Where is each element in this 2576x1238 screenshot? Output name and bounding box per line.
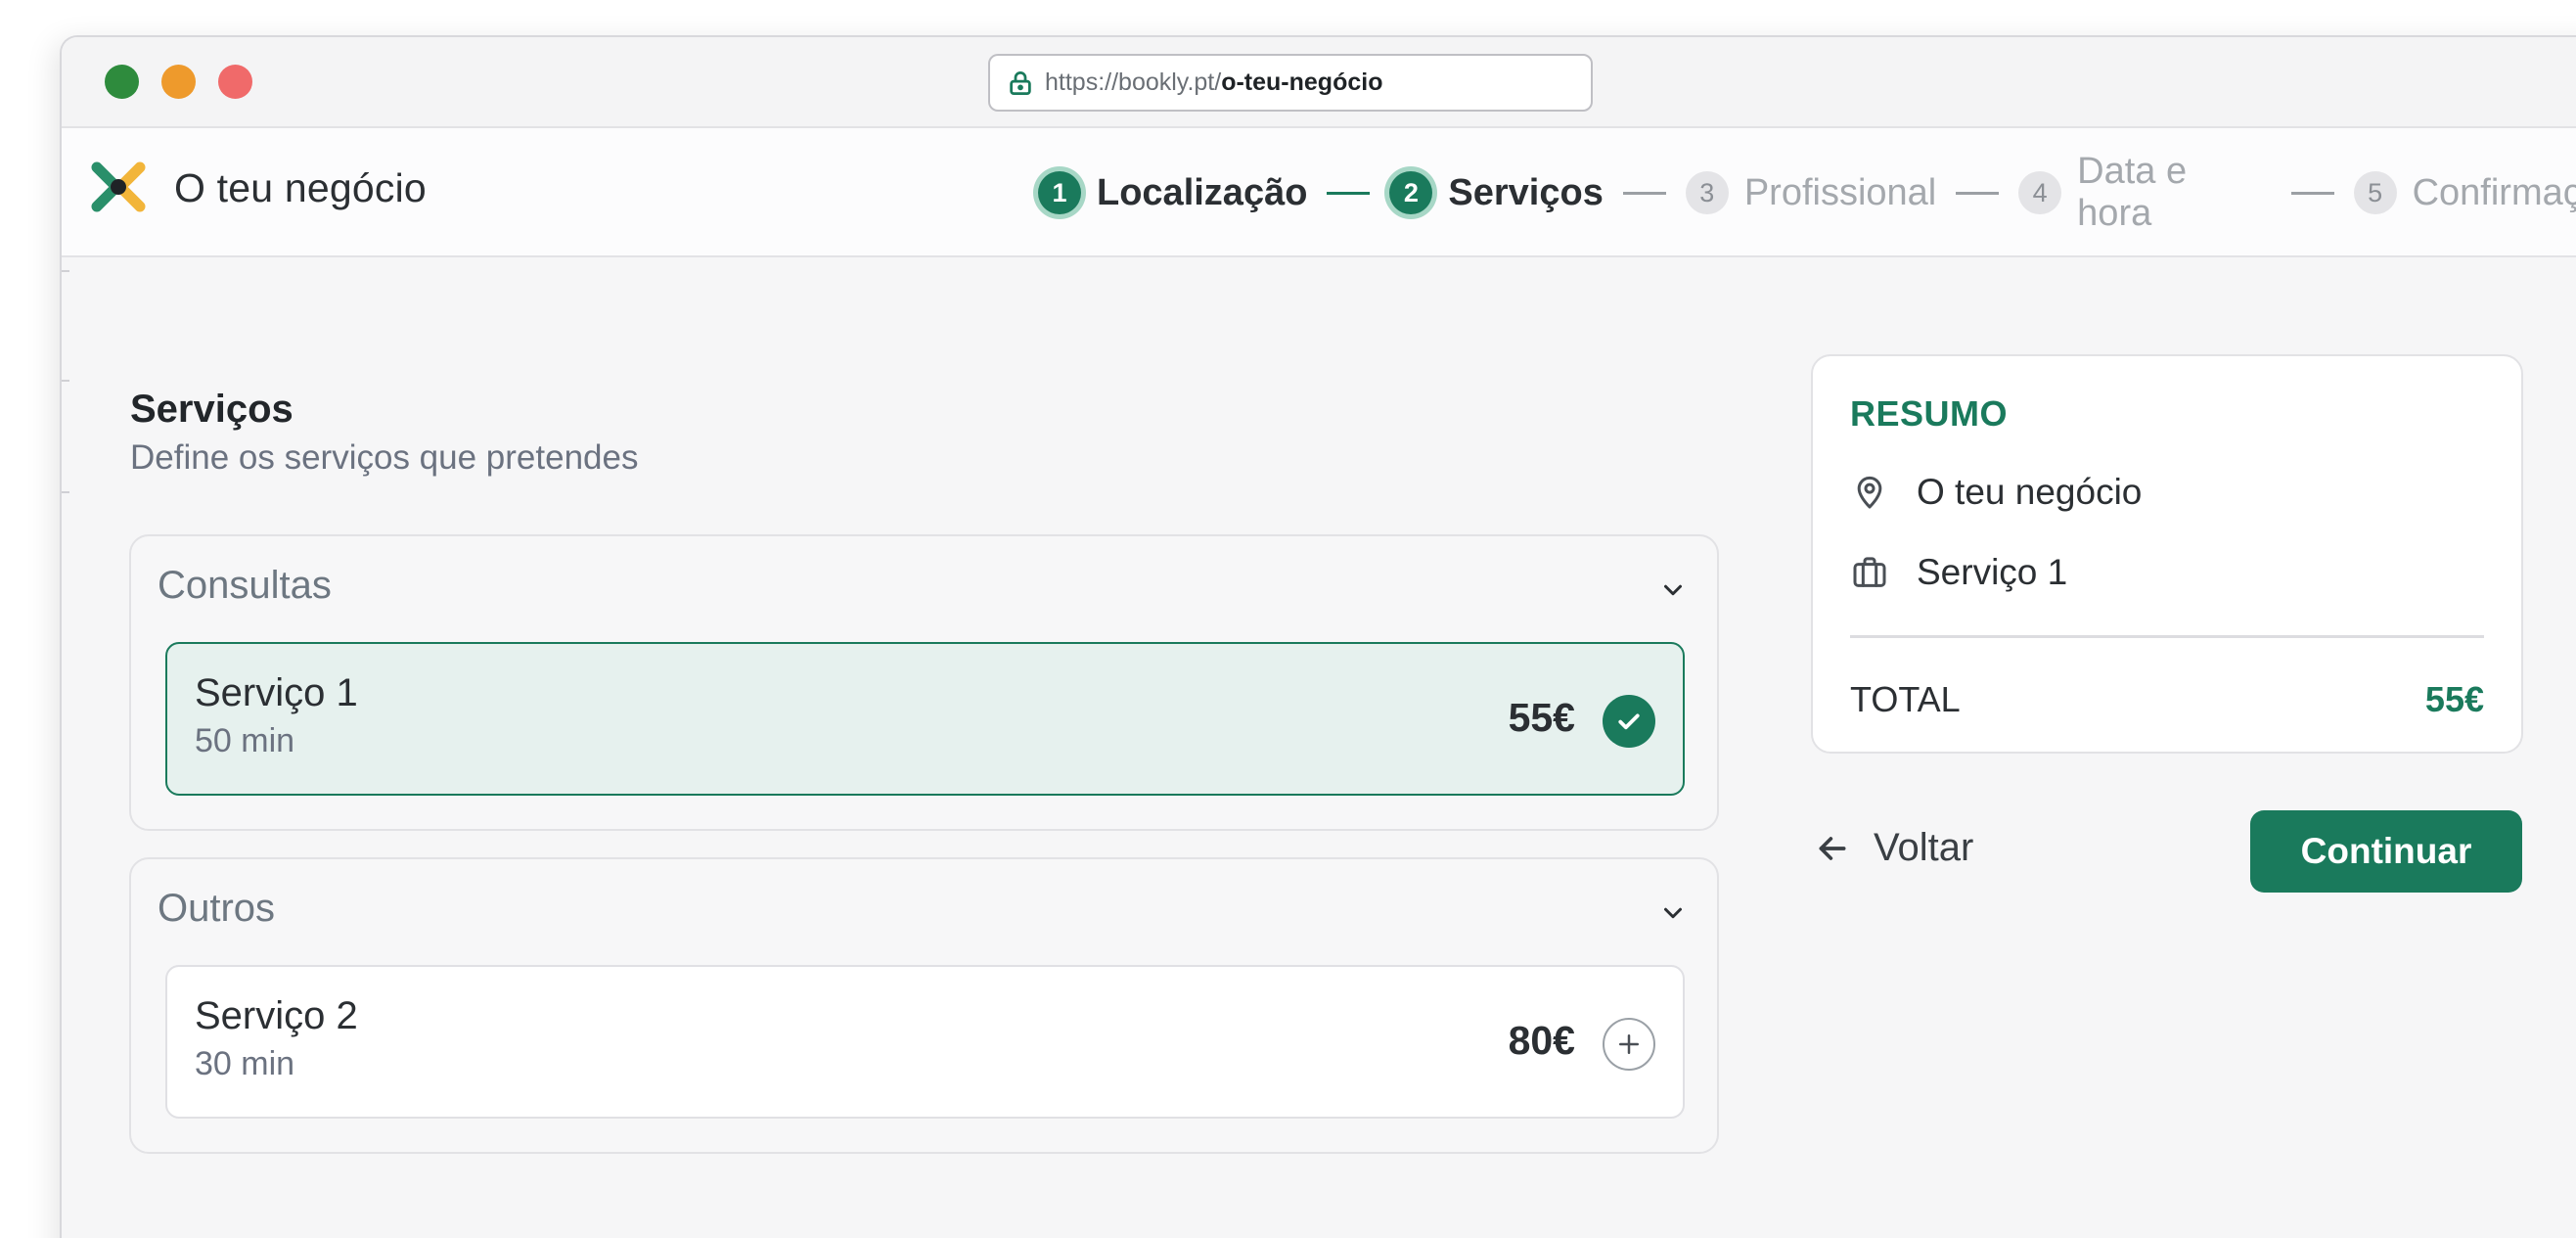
app-header: O teu negócio 1 Localização 2 Serviços 3… <box>62 128 2576 257</box>
url-host: https://bookly.pt/ <box>1045 69 1222 96</box>
service-duration: 50 min <box>195 722 295 759</box>
left-edge-mark <box>62 380 69 382</box>
service-duration: 30 min <box>195 1045 295 1082</box>
step-label: Localização <box>1097 171 1308 213</box>
step-number: 5 <box>2353 171 2397 214</box>
browser-titlebar: https://bookly.pt/o-teu-negócio <box>62 37 2576 128</box>
service-name: Serviço 1 <box>195 671 358 714</box>
step-localizacao[interactable]: 1 Localização <box>1038 171 1307 214</box>
step-confirmacao: 5 Confirmação <box>2353 171 2576 214</box>
step-profissional: 3 Profissional <box>1685 171 1937 214</box>
summary-service-row: Serviço 1 <box>1850 552 2067 593</box>
back-button-label: Voltar <box>1874 826 1974 869</box>
service-card-servico-1[interactable]: Serviço 1 50 min 55€ <box>165 642 1685 796</box>
back-button[interactable]: Voltar <box>1813 826 1973 870</box>
service-card-servico-2[interactable]: Serviço 2 30 min 80€ <box>165 965 1685 1119</box>
service-name: Serviço 2 <box>195 994 358 1037</box>
summary-total-label: TOTAL <box>1850 679 1961 719</box>
step-label: Profissional <box>1743 171 1937 213</box>
page-subtitle: Define os serviços que pretendes <box>130 438 639 477</box>
plus-icon[interactable] <box>1603 1018 1655 1071</box>
summary-total-value: 55€ <box>2424 679 2484 719</box>
group-title: Consultas <box>158 564 332 607</box>
window-maximize-button[interactable] <box>105 65 139 99</box>
step-label: Serviços <box>1448 171 1604 213</box>
step-connector <box>2290 191 2334 195</box>
step-number: 1 <box>1038 171 1081 214</box>
step-number: 3 <box>1685 171 1729 214</box>
location-pin-icon <box>1850 473 1889 512</box>
step-connector <box>1327 191 1371 195</box>
check-icon[interactable] <box>1603 695 1655 748</box>
window-minimize-button[interactable] <box>161 65 196 99</box>
step-number: 2 <box>1389 171 1433 214</box>
arrow-left-icon <box>1813 829 1852 868</box>
booking-stepper: 1 Localização 2 Serviços 3 Profissional … <box>1038 151 2576 234</box>
service-price: 80€ <box>1508 1018 1575 1063</box>
service-group-outros: Outros Serviço 2 30 min 80€ <box>129 857 1719 1154</box>
left-edge-mark <box>62 491 69 493</box>
summary-title: RESUMO <box>1850 393 2009 434</box>
briefcase-icon <box>1850 553 1889 592</box>
service-price: 55€ <box>1508 695 1575 740</box>
summary-location: O teu negócio <box>1917 472 2143 512</box>
chevron-down-icon[interactable] <box>1658 898 1688 928</box>
window-close-button[interactable] <box>218 65 252 99</box>
bookly-logo-icon <box>91 160 146 214</box>
continue-button[interactable]: Continuar <box>2250 810 2522 893</box>
left-edge-mark <box>62 270 69 272</box>
step-servicos[interactable]: 2 Serviços <box>1389 171 1604 214</box>
chevron-down-icon[interactable] <box>1658 575 1688 605</box>
step-label: Confirmação <box>2412 171 2576 213</box>
service-group-consultas: Consultas Serviço 1 50 min 55€ <box>129 534 1719 831</box>
business-name: O teu negócio <box>174 165 427 210</box>
summary-service: Serviço 1 <box>1917 552 2068 592</box>
step-label: Data e hora <box>2077 151 2188 234</box>
browser-window: https://bookly.pt/o-teu-negócio O teu ne… <box>60 35 2576 1238</box>
step-data-e-hora: 4 Data e hora <box>2018 151 2271 235</box>
summary-divider <box>1850 635 2484 638</box>
step-connector <box>1956 191 2000 195</box>
url-path: o-teu-negócio <box>1221 69 1383 96</box>
address-bar[interactable]: https://bookly.pt/o-teu-negócio <box>988 54 1593 112</box>
lock-icon <box>1006 69 1035 98</box>
group-title: Outros <box>158 887 276 930</box>
summary-card: RESUMO O teu negócio Serviço 1 TOTAL 55€ <box>1811 354 2523 754</box>
step-number: 4 <box>2018 171 2062 214</box>
page-title: Serviços <box>130 388 294 431</box>
step-connector <box>1622 191 1666 195</box>
summary-location-row: O teu negócio <box>1850 472 2142 513</box>
